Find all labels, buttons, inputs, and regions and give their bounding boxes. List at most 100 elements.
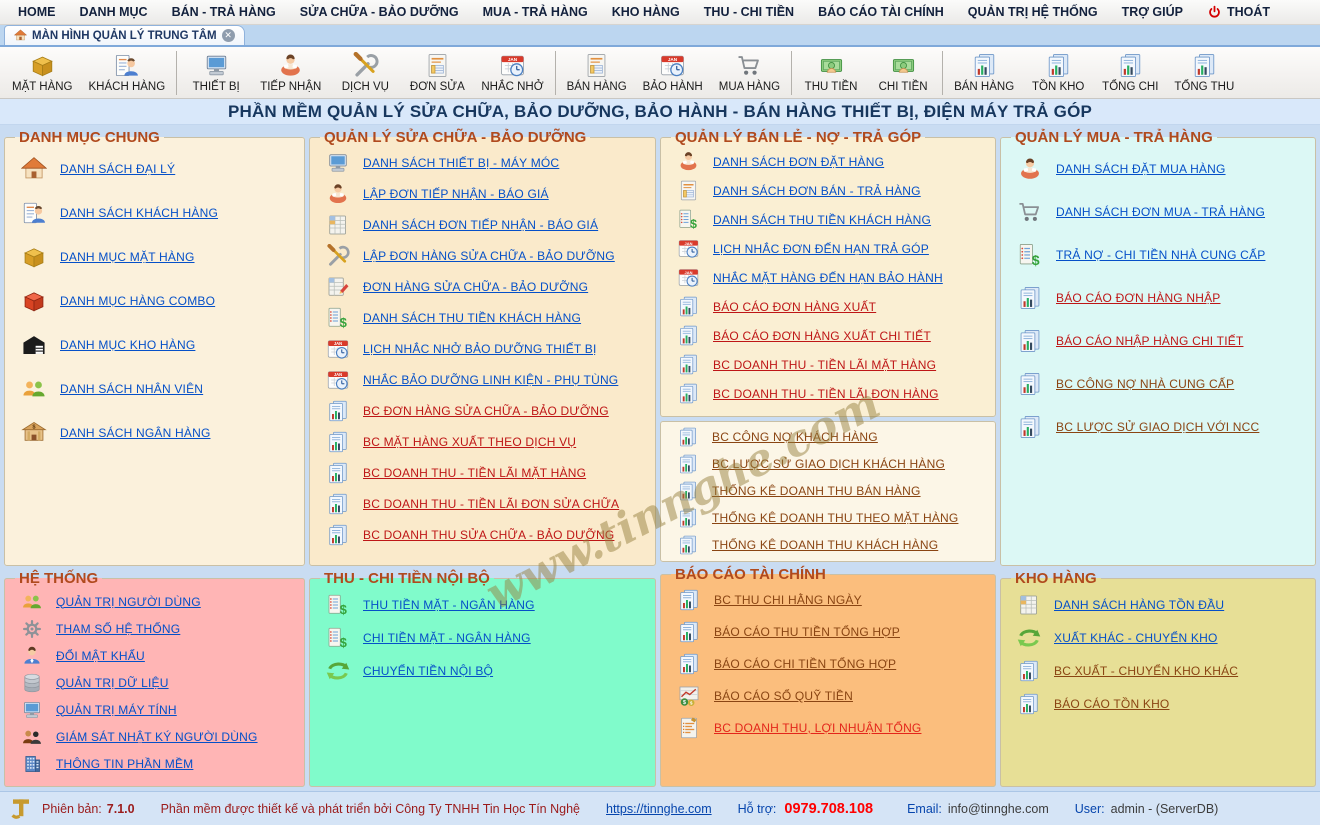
link-bc-luoc-su-giao-dich-khach-hang[interactable]: BC LƯỢC SỬ GIAO DỊCH KHÁCH HÀNG (712, 457, 945, 471)
tab-close-icon[interactable]: ✕ (222, 29, 235, 42)
link-lap-don-hang-sua-chua-bao-duong[interactable]: LẬP ĐƠN HÀNG SỬA CHỮA - BẢO DƯỠNG (363, 249, 615, 263)
link-danh-sach-don-dat-hang[interactable]: DANH SÁCH ĐƠN ĐẶT HÀNG (713, 155, 884, 169)
link-bc-doanh-thu-loi-nhuan-tong[interactable]: BC DOANH THU, LỢI NHUẬN TỔNG (714, 721, 921, 735)
link-quan-tri-du-lieu[interactable]: QUẢN TRỊ DỮ LIỆU (56, 676, 169, 690)
link-lap-don-tiep-nhan-bao-gia[interactable]: LẬP ĐƠN TIẾP NHẬN - BÁO GIÁ (363, 187, 549, 201)
link-bc-doanh-thu-tien-lai-don-hang[interactable]: BC DOANH THU - TIỀN LÃI ĐƠN HÀNG (713, 387, 939, 401)
toolbar-button-tong-thu[interactable]: TỔNG THU (1166, 49, 1242, 97)
toolbar-button-mua-hang[interactable]: MUA HÀNG (711, 49, 788, 97)
link-bc-don-hang-sua-chua-bao-duong[interactable]: BC ĐƠN HÀNG SỬA CHỮA - BẢO DƯỠNG (363, 404, 609, 418)
menu-item-danh-muc[interactable]: DANH MỤC (68, 0, 160, 24)
link-nhac-bao-duong-linh-kien-phu-tung[interactable]: NHẮC BẢO DƯỠNG LINH KIỆN - PHỤ TÙNG (363, 373, 618, 387)
link-nhac-mat-hang-den-han-bao-hanh[interactable]: NHẮC MẶT HÀNG ĐẾN HẠN BẢO HÀNH (713, 271, 943, 285)
link-bc-cong-no-nha-cung-cap[interactable]: BC CÔNG NỢ NHÀ CUNG CẤP (1056, 377, 1234, 391)
link-bc-cong-no-khach-hang[interactable]: BC CÔNG NỢ KHÁCH HÀNG (712, 430, 878, 444)
link-danh-sach-don-mua-tra-hang[interactable]: DANH SÁCH ĐƠN MUA - TRẢ HÀNG (1056, 205, 1265, 219)
link-danh-sach-don-tiep-nhan-bao-gia[interactable]: DANH SÁCH ĐƠN TIẾP NHẬN - BÁO GIÁ (363, 218, 598, 232)
link-bc-mat-hang-xuat-theo-dich-vu[interactable]: BC MẶT HÀNG XUẤT THEO DỊCH VỤ (363, 435, 576, 449)
link-bao-cao-so-quy-tien[interactable]: BÁO CÁO SỔ QUỸ TIỀN (714, 689, 853, 703)
toolbar-button-ton-kho[interactable]: TỒN KHO (1022, 49, 1094, 97)
link-danh-sach-thiet-bi-may-moc[interactable]: DANH SÁCH THIẾT BỊ - MÁY MÓC (363, 156, 559, 170)
link-bc-doanh-thu-tien-lai-mat-hang[interactable]: BC DOANH THU - TIỀN LÃI MẶT HÀNG (713, 358, 936, 372)
monitor-icon (21, 699, 43, 721)
toolbar-button-don-sua[interactable]: ĐƠN SỬA (401, 49, 473, 97)
link-bc-thu-chi-hang-ngay[interactable]: BC THU CHI HẰNG NGÀY (714, 593, 862, 607)
link-doi-mat-khau[interactable]: ĐỔI MẬT KHẨU (56, 649, 145, 663)
toolbar-button-nhac-nho[interactable]: NHẮC NHỞ (473, 49, 551, 97)
menu-link-row: XUẤT KHÁC - CHUYỂN KHO (1009, 621, 1311, 654)
link-bao-cao-don-hang-xuat[interactable]: BÁO CÁO ĐƠN HÀNG XUẤT (713, 300, 876, 314)
link-lich-nhac-nho-bao-duong-thiet-bi[interactable]: LỊCH NHẮC NHỞ BẢO DƯỠNG THIẾT BỊ (363, 342, 596, 356)
menu-link-row: BC DOANH THU - TIỀN LÃI ĐƠN HÀNG (669, 379, 991, 408)
menu-item-home[interactable]: HOME (6, 0, 68, 24)
email-value: info@tinnghe.com (948, 802, 1049, 816)
toolbar-button-bao-hanh[interactable]: BẢO HÀNH (635, 49, 711, 97)
link-thong-ke-doanh-thu-khach-hang[interactable]: THỐNG KÊ DOANH THU KHÁCH HÀNG (712, 538, 938, 552)
link-danh-sach-thu-tien-khach-hang[interactable]: DANH SÁCH THU TIỀN KHÁCH HÀNG (713, 213, 931, 227)
link-xuat-khac-chuyen-kho[interactable]: XUẤT KHÁC - CHUYỂN KHO (1054, 631, 1218, 645)
reception-icon (326, 182, 350, 206)
link-quan-tri-nguoi-dung[interactable]: QUẢN TRỊ NGƯỜI DÙNG (56, 595, 201, 609)
link-danh-muc-mat-hang[interactable]: DANH MỤC MẶT HÀNG (60, 250, 195, 264)
toolbar-button-chi-tien[interactable]: CHI TIỀN (867, 49, 939, 97)
link-bc-doanh-thu-sua-chua-bao-duong[interactable]: BC DOANH THU SỬA CHỮA - BẢO DƯỠNG (363, 528, 614, 542)
menu-link-row: ĐƠN HÀNG SỬA CHỮA - BẢO DƯỠNG (318, 271, 651, 302)
toolbar-button-khach-hang[interactable]: KHÁCH HÀNG (81, 49, 174, 97)
toolbar-button-ban-hang[interactable]: BÁN HÀNG (946, 49, 1022, 97)
link-danh-sach-thu-tien-khach-hang[interactable]: DANH SÁCH THU TIỀN KHÁCH HÀNG (363, 311, 581, 325)
link-bao-cao-chi-tien-tong-hop[interactable]: BÁO CÁO CHI TIỀN TỔNG HỢP (714, 657, 896, 671)
link-danh-sach-don-ban-tra-hang[interactable]: DANH SÁCH ĐƠN BÁN - TRẢ HÀNG (713, 184, 921, 198)
toolbar-button-thu-tien[interactable]: THU TIỀN (795, 49, 867, 97)
link-danh-sach-dat-mua-hang[interactable]: DANH SÁCH ĐẶT MUA HÀNG (1056, 162, 1226, 176)
link-chuyen-tien-noi-bo[interactable]: CHUYỂN TIỀN NỘI BỘ (363, 664, 493, 678)
link-danh-sach-khach-hang[interactable]: DANH SÁCH KHÁCH HÀNG (60, 206, 218, 220)
link-danh-muc-hang-combo[interactable]: DANH MỤC HÀNG COMBO (60, 294, 215, 308)
link-don-hang-sua-chua-bao-duong[interactable]: ĐƠN HÀNG SỬA CHỮA - BẢO DƯỠNG (363, 280, 588, 294)
toolbar-button-dich-vu[interactable]: DỊCH VỤ (329, 49, 401, 97)
menu-item-sua-chua-bao-duong[interactable]: SỬA CHỮA - BẢO DƯỠNG (288, 0, 471, 24)
toolbar-button-tong-chi[interactable]: TỔNG CHI (1094, 49, 1166, 97)
link-thong-ke-doanh-thu-ban-hang[interactable]: THỐNG KÊ DOANH THU BÁN HÀNG (712, 484, 921, 498)
box-icon (29, 52, 56, 79)
tab-man-hinh-quan-ly-trung-tam[interactable]: MÀN HÌNH QUẢN LÝ TRUNG TÂM ✕ (4, 25, 245, 45)
link-giam-sat-nhat-ky-nguoi-dung[interactable]: GIÁM SÁT NHẬT KÝ NGƯỜI DÙNG (56, 730, 258, 744)
link-danh-sach-ngan-hang[interactable]: DANH SÁCH NGÂN HÀNG (60, 426, 210, 440)
link-bao-cao-don-hang-xuat-chi-tiet[interactable]: BÁO CÁO ĐƠN HÀNG XUẤT CHI TIẾT (713, 329, 931, 343)
link-thong-ke-doanh-thu-theo-mat-hang[interactable]: THỐNG KÊ DOANH THU THEO MẶT HÀNG (712, 511, 958, 525)
link-bc-doanh-thu-tien-lai-don-sua-chua[interactable]: BC DOANH THU - TIỀN LÃI ĐƠN SỬA CHỮA (363, 497, 619, 511)
menu-item-thu-chi-tien[interactable]: THU - CHI TIỀN (692, 0, 806, 24)
link-tra-no-chi-tien-nha-cung-cap[interactable]: TRẢ NỢ - CHI TIỀN NHÀ CUNG CẤP (1056, 248, 1265, 262)
toolbar-button-thiet-bi[interactable]: THIẾT BỊ (180, 49, 252, 97)
link-tham-so-he-thong[interactable]: THAM SỐ HỆ THỐNG (56, 622, 180, 636)
menu-item-ban-tra-hang[interactable]: BÁN - TRẢ HÀNG (160, 0, 288, 24)
menu-item-tro-giup[interactable]: TRỢ GIÚP (1110, 0, 1195, 24)
website-link[interactable]: https://tinnghe.com (606, 802, 712, 816)
link-danh-sach-hang-ton-dau[interactable]: DANH SÁCH HÀNG TỒN ĐẦU (1054, 598, 1224, 612)
link-lich-nhac-don-den-han-tra-gop[interactable]: LỊCH NHẮC ĐƠN ĐẾN HẠN TRẢ GÓP (713, 242, 929, 256)
toolbar-button-tiep-nhan[interactable]: TIẾP NHẬN (252, 49, 329, 97)
link-bao-cao-don-hang-nhap[interactable]: BÁO CÁO ĐƠN HÀNG NHẬP (1056, 291, 1221, 305)
link-bc-doanh-thu-tien-lai-mat-hang[interactable]: BC DOANH THU - TIỀN LÃI MẶT HÀNG (363, 466, 586, 480)
link-bc-luoc-su-giao-dich-voi-ncc[interactable]: BC LƯỢC SỬ GIAO DỊCH VỚI NCC (1056, 420, 1259, 434)
report-icon (677, 507, 699, 529)
menu-item-quan-tri-he-thong[interactable]: QUẢN TRỊ HỆ THỐNG (956, 0, 1110, 24)
link-bao-cao-thu-tien-tong-hop[interactable]: BÁO CÁO THU TIỀN TỔNG HỢP (714, 625, 900, 639)
menu-item-bao-cao-tai-chinh[interactable]: BÁO CÁO TÀI CHÍNH (806, 0, 956, 24)
menu-item-mua-tra-hang[interactable]: MUA - TRẢ HÀNG (471, 0, 600, 24)
link-thong-tin-phan-mem[interactable]: THÔNG TIN PHẦN MỀM (56, 757, 193, 771)
link-danh-sach-dai-ly[interactable]: DANH SÁCH ĐẠI LÝ (60, 162, 175, 176)
link-bao-cao-ton-kho[interactable]: BÁO CÁO TỒN KHO (1054, 697, 1169, 711)
menu-item-thoat[interactable]: THOÁT (1195, 0, 1282, 24)
link-chi-tien-mat-ngan-hang[interactable]: CHI TIỀN MẶT - NGÂN HÀNG (363, 631, 531, 645)
toolbar-button-ban-hang[interactable]: BÁN HÀNG (559, 49, 635, 97)
box-icon (21, 244, 47, 270)
link-bc-xuat-chuyen-kho-khac[interactable]: BC XUẤT - CHUYỂN KHO KHÁC (1054, 664, 1238, 678)
link-danh-muc-kho-hang[interactable]: DANH MỤC KHO HÀNG (60, 338, 195, 352)
link-bao-cao-nhap-hang-chi-tiet[interactable]: BÁO CÁO NHẬP HÀNG CHI TIẾT (1056, 334, 1243, 348)
link-quan-tri-may-tinh[interactable]: QUẢN TRỊ MÁY TÍNH (56, 703, 177, 717)
menu-item-kho-hang[interactable]: KHO HÀNG (600, 0, 692, 24)
link-danh-sach-nhan-vien[interactable]: DANH SÁCH NHÂN VIÊN (60, 382, 203, 396)
link-thu-tien-mat-ngan-hang[interactable]: THU TIỀN MẶT - NGÂN HÀNG (363, 598, 535, 612)
support-phone: 0979.708.108 (784, 801, 873, 817)
toolbar-button-mat-hang[interactable]: MẶT HÀNG (4, 49, 81, 97)
